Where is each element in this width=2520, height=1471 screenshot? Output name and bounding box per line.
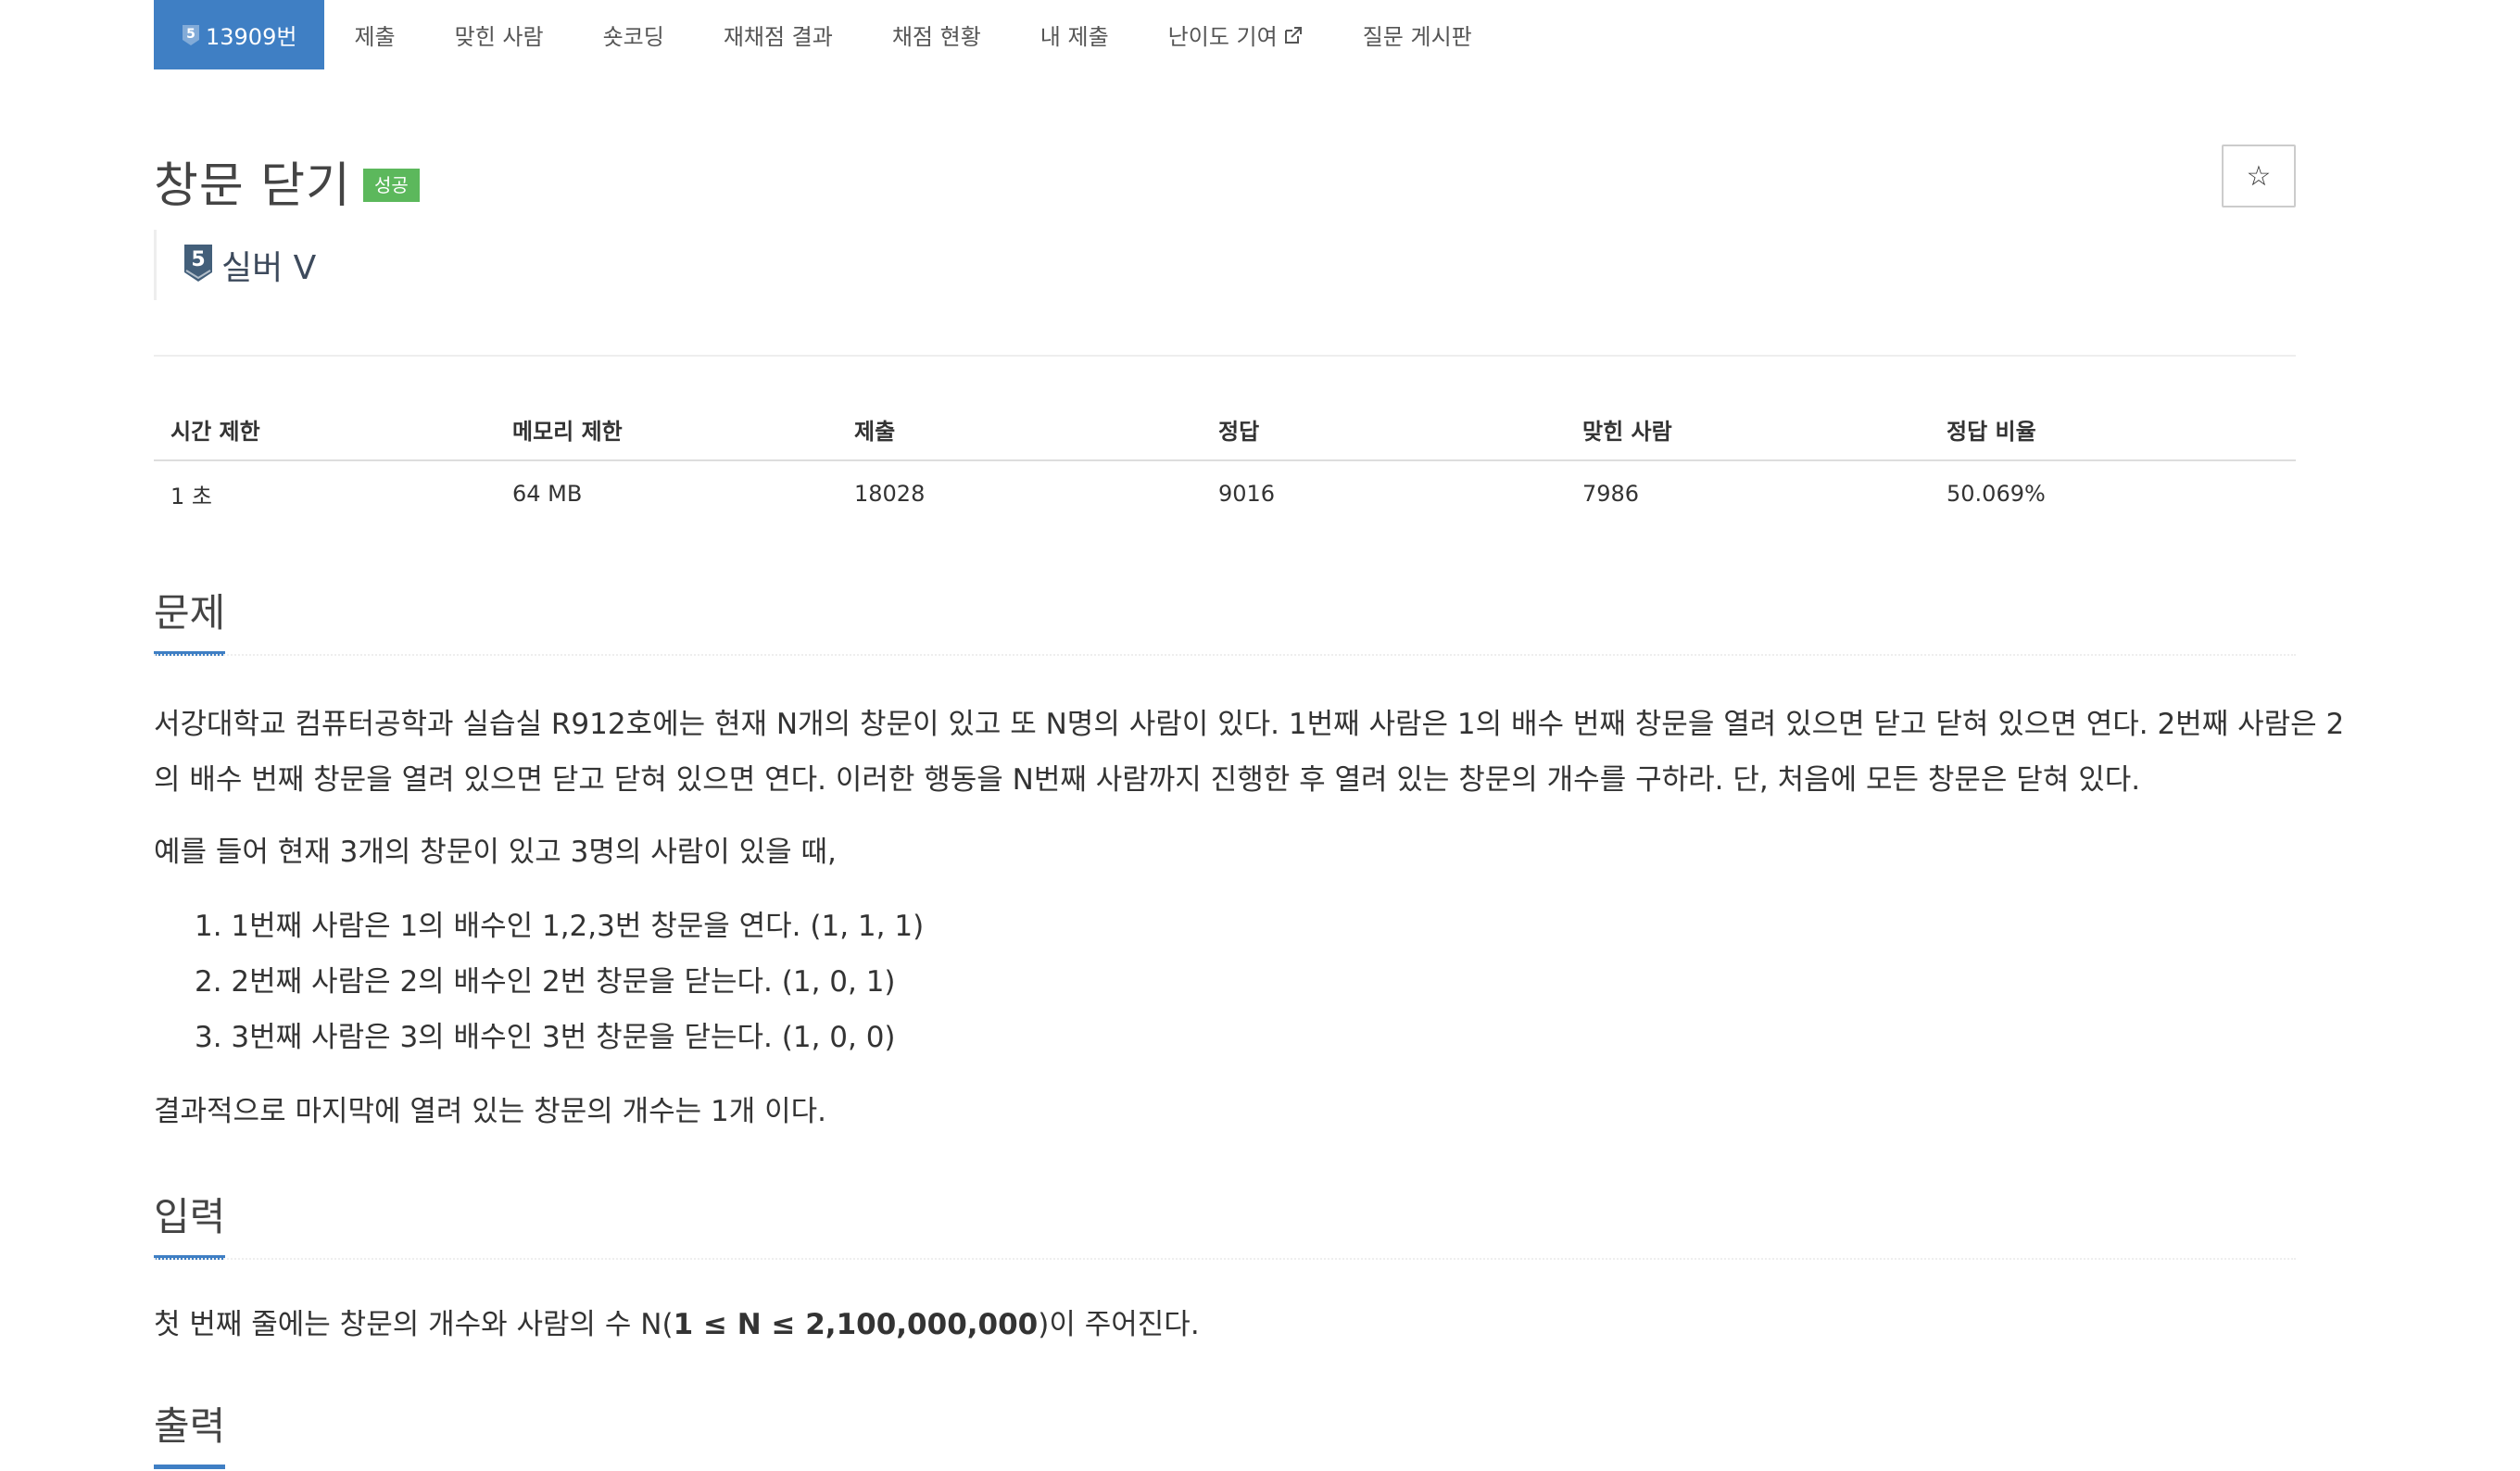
nav-problem-number[interactable]: 5 13909번 (154, 0, 325, 69)
value-submissions: 18028 (854, 481, 926, 507)
nav-qna-board[interactable]: 질문 게시판 (1333, 0, 1502, 69)
nav-difficulty-contribution[interactable]: 난이도 기여 (1139, 0, 1333, 69)
problem-title: 창문 닫기 (154, 158, 351, 214)
table-row: 1 초 64 MB 18028 9016 7986 50.069% (154, 461, 2296, 526)
table-header-row: 시간 제한 메모리 제한 제출 정답 맞힌 사람 정답 비율 (154, 398, 2296, 461)
conclusion-text: 결과적으로 마지막에 열려 있는 창문의 개수는 1개 이다. (154, 1095, 826, 1128)
nav-rejudge[interactable]: 재채점 결과 (694, 0, 863, 69)
nav-submit[interactable]: 제출 (324, 0, 424, 69)
list-item: 1. 1번째 사람은 1의 배수인 1,2,3번 창문을 연다. (1, 1, … (195, 910, 925, 943)
nav-problem-number-label: 13909번 (206, 24, 297, 50)
value-accept-ratio: 50.069% (1947, 481, 2046, 507)
problem-info-table: 시간 제한 메모리 제한 제출 정답 맞힌 사람 정답 비율 1 초 64 MB… (154, 398, 2296, 526)
nav-difficulty-label: 난이도 기여 (1167, 24, 1278, 50)
nav-status[interactable]: 채점 현황 (863, 0, 1011, 69)
svg-text:5: 5 (186, 27, 195, 42)
header-solved-users: 맞힌 사람 (1582, 418, 1672, 445)
problem-text-line: 서강대학교 컴퓨터공학과 실습실 R912호에는 현재 N개의 창문이 있고 또… (154, 708, 2345, 741)
input-constraint: 1 ≤ N ≤ 2,100,000,000 (673, 1308, 1039, 1341)
page-content: 5 13909번 제출 맞힌 사람 숏코딩 재채점 결과 채점 현황 내 제출 … (154, 0, 2344, 1469)
star-icon: ☆ (2246, 159, 2272, 193)
problem-section-header: 문제 (154, 582, 2296, 658)
silver-tier-icon: 5 (183, 243, 214, 287)
problem-header: 창문 닫기 성공 ☆ (154, 139, 2296, 214)
example-steps-list: 1. 1번째 사람은 1의 배수인 1,2,3번 창문을 연다. (1, 1, … (195, 899, 924, 1065)
silver-tier-icon: 5 (182, 24, 200, 46)
favorite-button[interactable]: ☆ (2222, 145, 2296, 207)
input-section-title: 입력 (154, 1186, 226, 1260)
header-time-limit: 시간 제한 (170, 418, 260, 445)
nav-my-submissions[interactable]: 내 제출 (1011, 0, 1139, 69)
problem-description: 서강대학교 컴퓨터공학과 실습실 R912호에는 현재 N개의 창문이 있고 또… (154, 697, 2345, 808)
value-memory-limit: 64 MB (512, 481, 583, 507)
header-memory-limit: 메모리 제한 (512, 418, 623, 445)
nav-short-coding[interactable]: 숏코딩 (573, 0, 694, 69)
problem-tier: 5 실버 V (154, 230, 316, 300)
svg-text:5: 5 (191, 248, 205, 271)
result-badge: 성공 (363, 169, 420, 202)
problem-nav: 5 13909번 제출 맞힌 사람 숏코딩 재채점 결과 채점 현황 내 제출 … (154, 0, 2296, 69)
input-section-header: 입력 (154, 1186, 2296, 1262)
nav-solved-users[interactable]: 맞힌 사람 (425, 0, 573, 69)
example-intro: 예를 들어 현재 3개의 창문이 있고 3명의 사람이 있을 때, (154, 836, 837, 869)
header-submissions: 제출 (854, 418, 896, 445)
value-accepted: 9016 (1218, 481, 1276, 507)
output-section-header: 출력 (154, 1395, 2296, 1471)
value-solved-users: 7986 (1582, 481, 1640, 507)
input-description: 첫 번째 줄에는 창문의 개수와 사람의 수 N(1 ≤ N ≤ 2,100,0… (154, 1308, 1200, 1341)
output-section-title: 출력 (154, 1395, 226, 1469)
list-item: 3. 3번째 사람은 3의 배수인 3번 창문을 닫는다. (1, 0, 0) (195, 1021, 896, 1054)
problem-section-title: 문제 (154, 582, 226, 656)
divider (154, 355, 2296, 357)
external-link-icon (1283, 25, 1304, 45)
list-item: 2. 2번째 사람은 2의 배수인 2번 창문을 닫는다. (1, 0, 1) (195, 965, 896, 999)
tier-label: 실버 V (221, 249, 317, 287)
header-accepted: 정답 (1218, 418, 1260, 445)
header-accept-ratio: 정답 비율 (1947, 418, 2036, 445)
problem-text-line: 의 배수 번째 창문을 열려 있으면 닫고 닫혀 있으면 연다. 이러한 행동을… (154, 763, 2141, 797)
value-time-limit: 1 초 (170, 483, 212, 509)
